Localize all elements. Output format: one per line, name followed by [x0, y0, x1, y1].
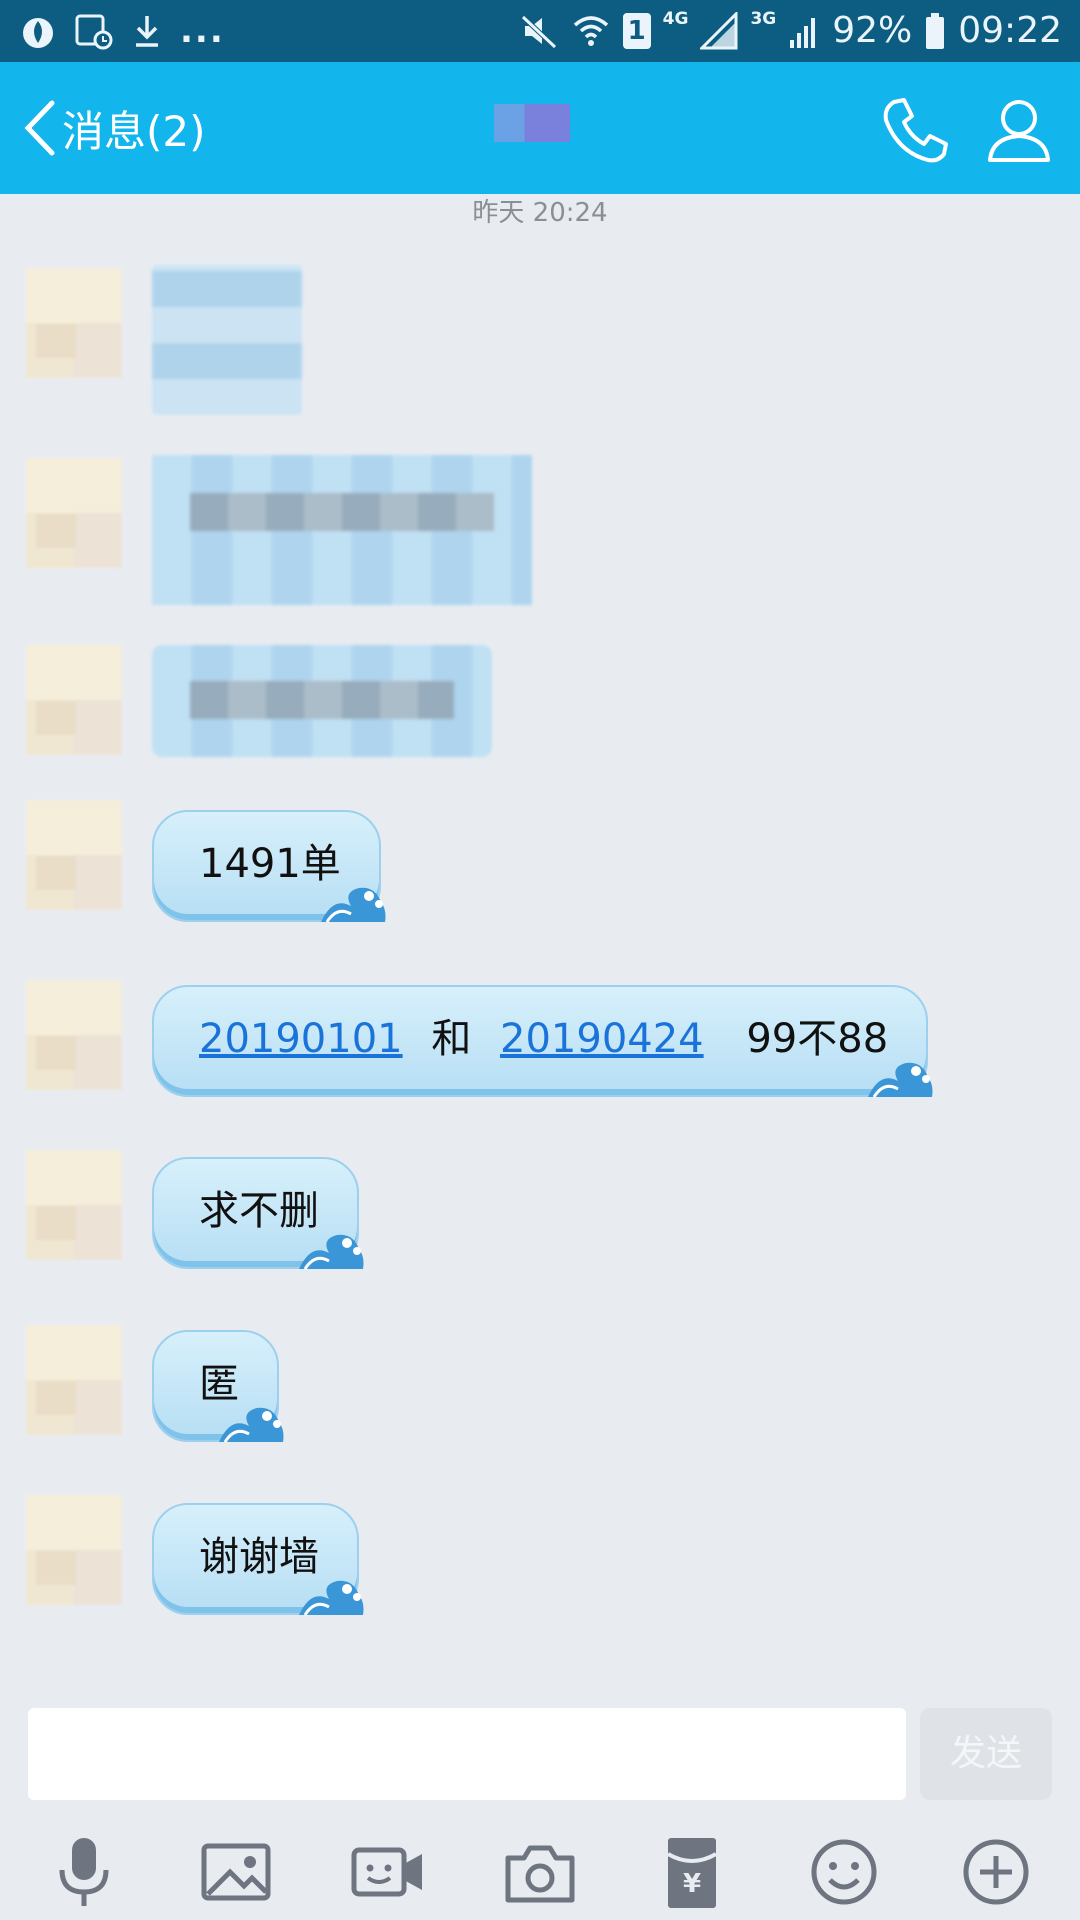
red-packet-button[interactable]: ¥ [650, 1830, 734, 1914]
qq-notification-icon [23, 18, 53, 48]
message-text: 求不删 [199, 1188, 319, 1234]
battery-icon [926, 13, 945, 49]
message-text: 谢谢墙 [199, 1534, 319, 1580]
signal-icon-sim2 [790, 18, 816, 48]
screenshot-notification-icon [75, 14, 113, 50]
call-button[interactable] [880, 96, 950, 166]
sender-avatar[interactable] [26, 1150, 122, 1260]
sender-avatar[interactable] [26, 800, 122, 910]
sender-avatar[interactable] [26, 645, 122, 755]
phone-icon [883, 98, 948, 163]
back-button[interactable]: 消息(2) [22, 96, 206, 160]
image-icon [201, 1843, 271, 1901]
chat-screen: ... 1 4G 3G 92% 09:22 消息(2) 昨天 20:24 149… [0, 0, 1080, 1920]
image-button[interactable] [194, 1830, 278, 1914]
back-chevron-icon [24, 100, 55, 156]
wave-decoration-icon [219, 1407, 284, 1443]
redacted-message [152, 455, 532, 605]
title-bar: 消息(2) [0, 62, 1080, 194]
person-icon [988, 100, 1050, 162]
video-call-icon [351, 1847, 422, 1897]
more-notifications-indicator: ... [180, 11, 225, 51]
more-button[interactable] [954, 1830, 1038, 1914]
microphone-icon [59, 1838, 109, 1906]
redacted-message [152, 645, 492, 757]
sender-avatar[interactable] [26, 268, 122, 378]
message-timestamp: 昨天 20:24 [472, 198, 608, 228]
message-bubble[interactable]: 1491单 [152, 810, 386, 923]
video-call-button[interactable] [346, 1830, 430, 1914]
mute-icon [520, 15, 557, 49]
camera-icon [505, 1845, 575, 1903]
message-text: 1491单 [199, 841, 341, 887]
wave-decoration-icon [868, 1062, 933, 1098]
red-packet-icon: ¥ [666, 1838, 718, 1908]
redacted-message [152, 265, 302, 415]
send-button[interactable]: 发送 [920, 1708, 1052, 1800]
message-text: 匿 [199, 1361, 239, 1407]
message-bubble[interactable]: 20190101 和 20190424 99不88 [152, 985, 933, 1098]
message-bubble[interactable]: 求不删 [152, 1157, 364, 1270]
download-icon [136, 16, 158, 47]
message-bubble[interactable]: 匿 [152, 1330, 284, 1443]
message-text: 和 [431, 1016, 472, 1062]
signal-icon-sim1 [700, 12, 738, 50]
emoji-icon [811, 1839, 877, 1905]
message-input[interactable] [28, 1708, 906, 1800]
wifi-icon [573, 16, 608, 46]
input-toolbar: ¥ [0, 1820, 1080, 1920]
sim-slot-badge: 1 [622, 13, 651, 49]
voice-button[interactable] [42, 1830, 126, 1914]
wave-decoration-icon [299, 1580, 364, 1616]
sender-avatar[interactable] [26, 980, 122, 1090]
sender-avatar[interactable] [26, 1495, 122, 1605]
message-bubble[interactable]: 谢谢墙 [152, 1503, 364, 1616]
svg-text:¥: ¥ [683, 1869, 701, 1899]
sender-avatar[interactable] [26, 458, 122, 568]
camera-button[interactable] [498, 1830, 582, 1914]
clock: 09:22 [958, 10, 1062, 51]
message-text: 99不88 [746, 1016, 889, 1062]
sender-avatar[interactable] [26, 1325, 122, 1435]
network-type-4g: 4G [662, 9, 689, 29]
battery-percent: 92% [832, 10, 913, 51]
plus-icon [963, 1839, 1029, 1905]
contact-name-redacted [494, 104, 570, 142]
emoji-button[interactable] [802, 1830, 886, 1914]
profile-button[interactable] [984, 96, 1054, 166]
date-link[interactable]: 20190424 [500, 1016, 704, 1062]
date-link[interactable]: 20190101 [199, 1016, 403, 1062]
back-label: 消息(2) [62, 106, 206, 156]
wave-decoration-icon [320, 887, 386, 923]
wave-decoration-icon [299, 1234, 364, 1270]
network-type-3g: 3G [750, 9, 777, 29]
status-bar: ... 1 4G 3G 92% 09:22 [0, 0, 1080, 62]
